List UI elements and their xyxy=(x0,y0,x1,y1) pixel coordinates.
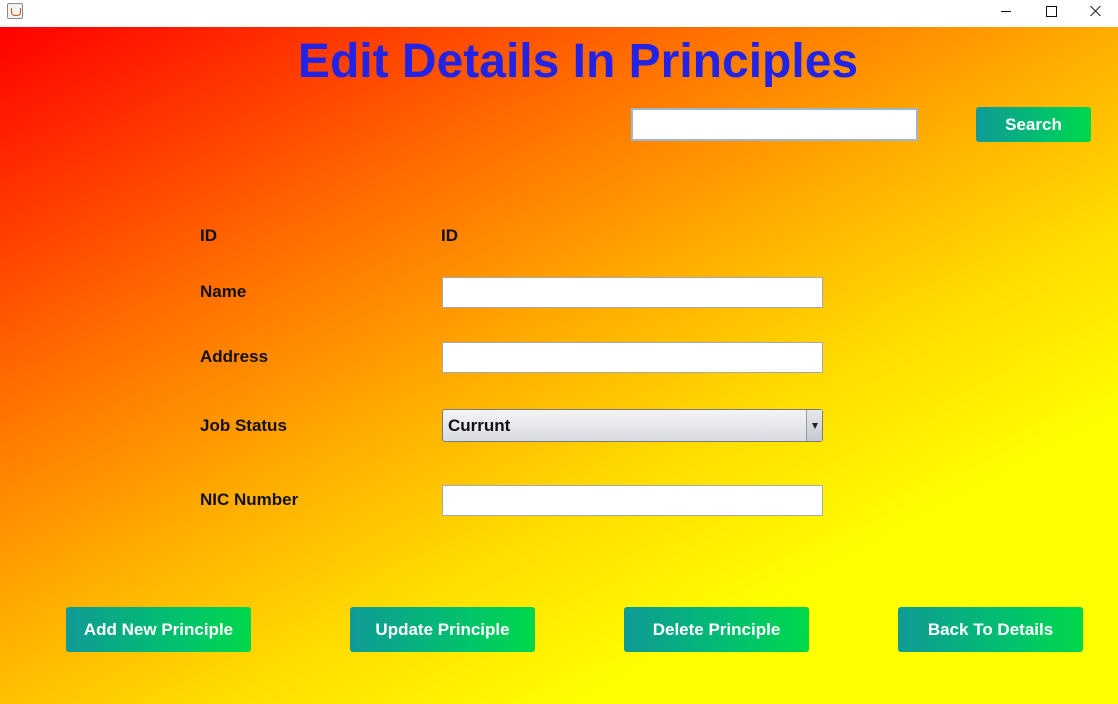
add-new-principle-button[interactable]: Add New Principle xyxy=(66,607,251,652)
app-window: Edit Details In Principles Search ID ID … xyxy=(0,0,1118,704)
close-button[interactable] xyxy=(1073,0,1118,22)
name-field[interactable] xyxy=(442,277,823,308)
dropdown-arrow-button[interactable] xyxy=(806,410,822,441)
address-field[interactable] xyxy=(442,342,823,373)
search-button[interactable]: Search xyxy=(976,107,1091,142)
address-label: Address xyxy=(200,347,269,366)
java-app-icon xyxy=(7,3,23,19)
id-label: ID xyxy=(200,226,217,245)
job-status-select[interactable]: Currunt xyxy=(442,409,823,442)
minimize-icon xyxy=(1001,10,1011,12)
minimize-button[interactable] xyxy=(983,0,1029,22)
maximize-button[interactable] xyxy=(1028,0,1074,22)
title-bar[interactable] xyxy=(0,0,1118,27)
nic-number-field[interactable] xyxy=(442,485,823,516)
update-principle-button[interactable]: Update Principle xyxy=(350,607,535,652)
search-input[interactable] xyxy=(631,108,918,141)
main-panel: Edit Details In Principles Search ID ID … xyxy=(0,27,1118,704)
back-to-details-button[interactable]: Back To Details xyxy=(898,607,1083,652)
job-status-selected-value: Currunt xyxy=(448,416,511,435)
chevron-down-icon xyxy=(811,422,818,429)
job-status-label: Job Status xyxy=(200,416,287,435)
page-title: Edit Details In Principles xyxy=(297,35,859,88)
close-icon xyxy=(1090,5,1102,17)
nic-number-label: NIC Number xyxy=(200,490,299,509)
name-label: Name xyxy=(200,282,247,301)
id-value: ID xyxy=(441,226,458,245)
delete-principle-button[interactable]: Delete Principle xyxy=(624,607,809,652)
maximize-icon xyxy=(1045,5,1057,17)
